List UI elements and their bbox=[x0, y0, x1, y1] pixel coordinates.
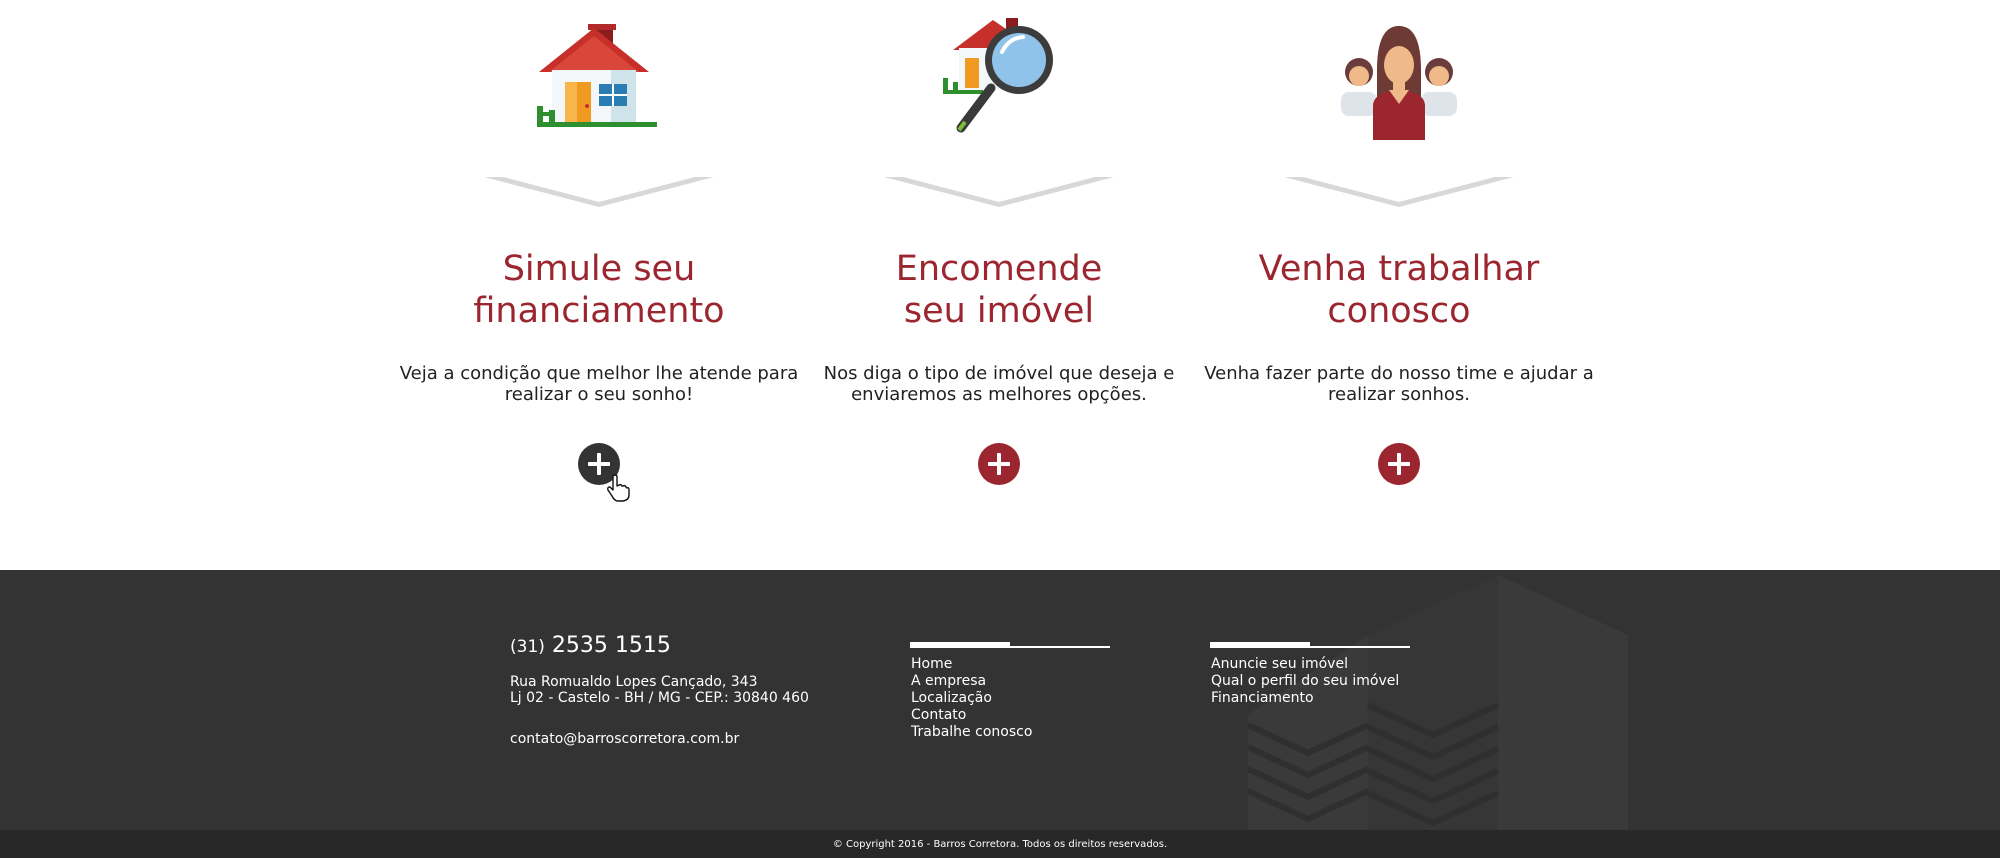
footer-nav-services: Anuncie seu imóvel Qual o perfil do seu … bbox=[1210, 642, 1410, 707]
footer-link-financing[interactable]: Financiamento bbox=[1211, 690, 1410, 707]
footer-link-location[interactable]: Localização bbox=[911, 690, 1110, 707]
footer-nav-main: Home A empresa Localização Contato Traba… bbox=[910, 642, 1110, 741]
footer-link-about[interactable]: A empresa bbox=[911, 673, 1110, 690]
feature-title-line1: Encomende bbox=[895, 249, 1103, 289]
plus-icon bbox=[988, 453, 1010, 475]
phone-area-code: (31) bbox=[510, 637, 545, 657]
feature-description: Veja a condição que melhor lhe atende pa… bbox=[399, 363, 799, 405]
copyright-bar: © Copyright 2016 - Barros Corretora. Tod… bbox=[0, 830, 2000, 858]
email-link[interactable]: contato@barroscorretora.com.br bbox=[510, 730, 809, 748]
feature-description: Nos diga o tipo de imóvel que deseja e e… bbox=[823, 363, 1175, 405]
feature-title: Simule seu financiamento bbox=[399, 248, 799, 332]
phone-digits: 2535 1515 bbox=[551, 633, 671, 658]
hand-pointer-cursor-icon bbox=[606, 474, 630, 502]
footer: (31) 2535 1515 Rua Romualdo Lopes Cançad… bbox=[0, 570, 2000, 830]
divider-chevron bbox=[484, 172, 714, 212]
house-search-icon bbox=[899, 10, 1099, 140]
feature-card-order-property: Encomende seu imóvel Nos diga o tipo de … bbox=[799, 0, 1199, 570]
plus-icon bbox=[1388, 453, 1410, 475]
footer-link-home[interactable]: Home bbox=[911, 656, 1110, 673]
feature-title-line1: Simule seu bbox=[502, 249, 696, 289]
nav-divider bbox=[1210, 642, 1410, 648]
contact-info: (31) 2535 1515 Rua Romualdo Lopes Cançad… bbox=[510, 632, 809, 748]
divider-chevron bbox=[1284, 172, 1514, 212]
feature-card-simulate: Simule seu financiamento Veja a condição… bbox=[399, 0, 799, 570]
house-icon bbox=[499, 10, 699, 140]
feature-title-line2: financiamento bbox=[473, 291, 725, 331]
features-section: Simule seu financiamento Veja a condição… bbox=[0, 0, 2000, 570]
phone-number[interactable]: (31) 2535 1515 bbox=[510, 632, 809, 661]
footer-link-property-profile[interactable]: Qual o perfil do seu imóvel bbox=[1211, 673, 1410, 690]
footer-link-careers[interactable]: Trabalhe conosco bbox=[911, 724, 1110, 741]
feature-description: Venha fazer parte do nosso time e ajudar… bbox=[1204, 363, 1594, 405]
address: Rua Romualdo Lopes Cançado, 343 Lj 02 - … bbox=[510, 674, 809, 706]
address-line1: Rua Romualdo Lopes Cançado, 343 bbox=[510, 674, 758, 690]
feature-title-line1: Venha trabalhar bbox=[1258, 249, 1540, 289]
feature-title: Venha trabalhar conosco bbox=[1199, 248, 1599, 332]
order-property-more-button[interactable] bbox=[978, 443, 1020, 485]
footer-link-contact[interactable]: Contato bbox=[911, 707, 1110, 724]
feature-title: Encomende seu imóvel bbox=[799, 248, 1199, 332]
footer-link-advertise[interactable]: Anuncie seu imóvel bbox=[1211, 656, 1410, 673]
work-with-us-more-button[interactable] bbox=[1378, 443, 1420, 485]
team-icon bbox=[1299, 10, 1499, 140]
address-line2: Lj 02 - Castelo - BH / MG - CEP.: 30840 … bbox=[510, 690, 809, 706]
divider-chevron bbox=[884, 172, 1114, 212]
feature-title-line2: seu imóvel bbox=[903, 291, 1095, 331]
feature-card-work-with-us: Venha trabalhar conosco Venha fazer part… bbox=[1199, 0, 1599, 570]
nav-divider bbox=[910, 642, 1110, 648]
feature-title-line2: conosco bbox=[1327, 291, 1471, 331]
